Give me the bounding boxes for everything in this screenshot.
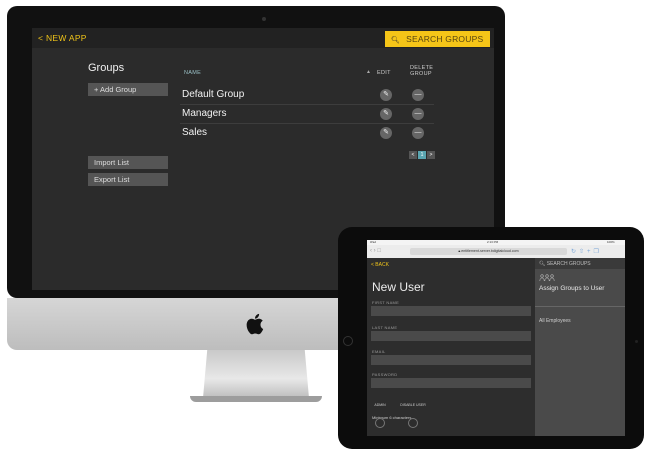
device-mockup: < NEW APP 🔍︎ SEARCH GROUPS Groups + Add G…: [0, 0, 646, 451]
list-item[interactable]: All Employees: [539, 318, 571, 324]
admin-toggle[interactable]: [375, 418, 385, 428]
column-header-name[interactable]: NAME: [184, 70, 201, 76]
search-groups-input[interactable]: 🔍︎ SEARCH GROUPS: [385, 31, 490, 47]
last-name-label: LAST NAME: [372, 325, 398, 330]
back-button[interactable]: < BACK: [371, 262, 389, 268]
camera-icon: [635, 340, 638, 343]
browser-nav-icons[interactable]: ‹ › □: [370, 248, 381, 254]
email-label: EMAIL: [372, 349, 386, 354]
pencil-icon[interactable]: ✎: [380, 89, 392, 101]
first-name-label: FIRST NAME: [372, 300, 400, 305]
chevron-left-icon: <: [38, 33, 46, 43]
camera-icon: [262, 17, 266, 21]
column-header-edit: EDIT: [377, 70, 391, 76]
divider: [535, 306, 625, 307]
previous-page-button[interactable]: <: [409, 151, 417, 159]
table-row[interactable]: Default Group ✎ —: [180, 86, 434, 105]
minus-icon[interactable]: —: [412, 89, 424, 101]
form-title: New User: [372, 280, 425, 294]
url-text: entitlement-server.bdigitalcloud.com: [461, 249, 519, 253]
assign-groups-panel: 🔍︎ SEARCH GROUPS Assign Groups to User A…: [535, 258, 625, 436]
next-page-button[interactable]: >: [427, 151, 435, 159]
assign-groups-title: Assign Groups to User: [539, 285, 605, 292]
new-user-form: < BACK New User FIRST NAME LAST NAME EMA…: [367, 258, 535, 436]
browser-toolbar: ‹ › □ 🔒︎ entitlement-server.bdigitalclou…: [367, 245, 625, 258]
search-icon: 🔍︎: [539, 261, 547, 267]
pencil-icon[interactable]: ✎: [380, 127, 392, 139]
group-name: Managers: [182, 108, 227, 119]
apple-logo-icon: [246, 313, 264, 335]
home-button-icon: [343, 336, 353, 346]
desktop-top-bar: < NEW APP 🔍︎ SEARCH GROUPS: [32, 28, 494, 48]
url-field[interactable]: 🔒︎ entitlement-server.bdigitalcloud.com: [410, 248, 567, 255]
first-name-field[interactable]: [371, 306, 531, 316]
back-button[interactable]: < NEW APP: [38, 33, 87, 43]
pagination: <1 >: [409, 151, 436, 159]
back-button-label: NEW APP: [45, 33, 87, 43]
column-header-delete: DELETE GROUP: [410, 65, 434, 77]
group-name: Sales: [182, 127, 208, 138]
email-field[interactable]: [371, 355, 531, 365]
browser-actions-icons[interactable]: ↻⇧+❐: [571, 248, 602, 255]
admin-label: ADMIN: [374, 403, 386, 407]
last-name-field[interactable]: [371, 331, 531, 341]
import-list-button[interactable]: Import List: [88, 156, 168, 169]
group-name: Default Group: [182, 89, 245, 100]
table-row[interactable]: Managers ✎ —: [180, 105, 434, 124]
search-placeholder: SEARCH GROUPS: [546, 261, 591, 267]
export-list-button[interactable]: Export List: [88, 173, 168, 186]
disable-user-label: DISABLE USER: [400, 403, 426, 407]
password-label: PASSWORD: [372, 372, 398, 377]
sort-caret-icon[interactable]: ▲: [366, 69, 371, 75]
search-icon: 🔍︎: [391, 37, 401, 44]
users-icon: [539, 274, 555, 282]
tablet-app-screen: iPad 2:13 PM 100% ‹ › □ 🔒︎ entitlement-s…: [367, 240, 625, 436]
imac-stand-base: [190, 396, 322, 402]
carrier-label: iPad: [370, 240, 377, 244]
add-group-button[interactable]: + Add Group: [88, 83, 168, 96]
status-time: 2:13 PM: [487, 240, 499, 244]
search-groups-input[interactable]: 🔍︎ SEARCH GROUPS: [535, 258, 625, 269]
disable-user-toggle[interactable]: [408, 418, 418, 428]
minus-icon[interactable]: —: [412, 127, 424, 139]
page-title: Groups: [88, 62, 125, 74]
table-row[interactable]: Sales ✎ —: [180, 124, 434, 143]
ipad-device: iPad 2:13 PM 100% ‹ › □ 🔒︎ entitlement-s…: [338, 227, 644, 449]
imac-stand: [203, 350, 309, 398]
password-field[interactable]: [371, 378, 531, 388]
battery-label: 100%: [607, 240, 615, 244]
search-placeholder: SEARCH GROUPS: [406, 34, 484, 44]
minus-icon[interactable]: —: [412, 108, 424, 120]
current-page-button[interactable]: 1: [418, 151, 426, 159]
pencil-icon[interactable]: ✎: [380, 108, 392, 120]
